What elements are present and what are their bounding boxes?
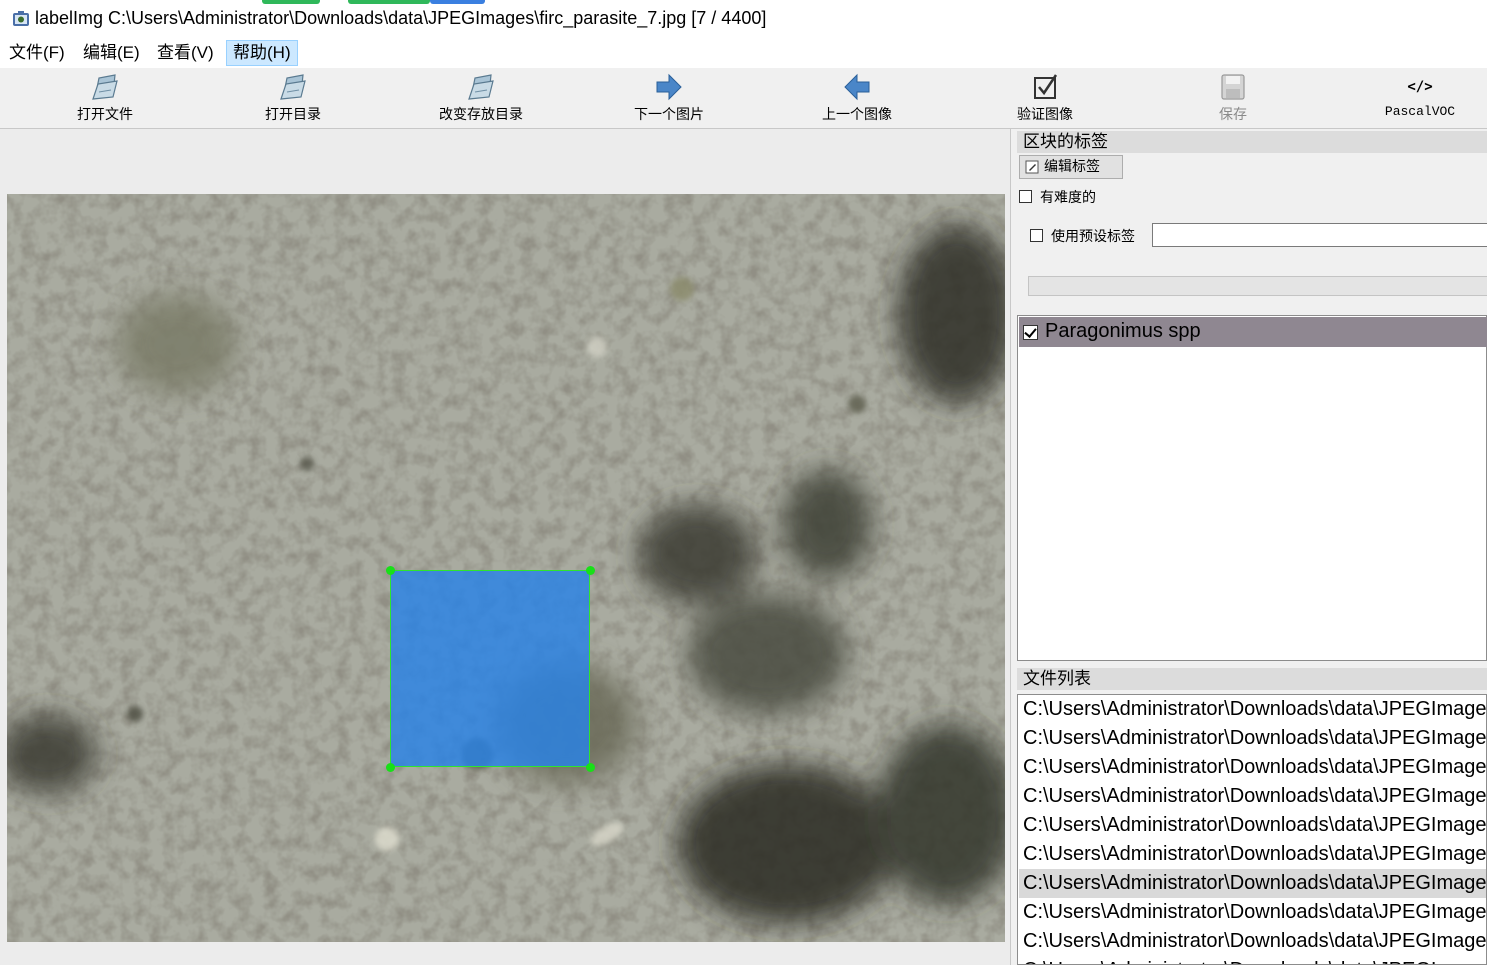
- file-list-item[interactable]: C:\Users\Administrator\Downloads\data\JP…: [1019, 695, 1486, 724]
- code-format-icon: </>: [1407, 79, 1433, 95]
- file-list[interactable]: C:\Users\Administrator\Downloads\data\JP…: [1017, 694, 1487, 965]
- label-name: Paragonimus spp: [1045, 320, 1201, 342]
- default-label-input[interactable]: [1152, 223, 1487, 247]
- save-label: 保存: [1219, 107, 1247, 123]
- menu-help[interactable]: 帮助(H): [226, 40, 298, 66]
- open-dir-button[interactable]: 打开目录: [233, 70, 353, 126]
- arrow-left-icon: [844, 73, 870, 101]
- taskbar-accent: [262, 0, 320, 4]
- file-list-item[interactable]: C:\Users\Administrator\Downloads\data\JP…: [1019, 927, 1486, 956]
- toolbar: 打开文件 打开目录 改变存放目录 下一个图片 上一个图像 验证图像 保存 </>…: [0, 68, 1487, 129]
- file-list-item[interactable]: C:\Users\Administrator\Downloads\data\JP…: [1019, 898, 1486, 927]
- file-list-item[interactable]: C:\Users\Administrator\Downloads\data\JP…: [1019, 782, 1486, 811]
- bbox-handle-top-right[interactable]: [586, 566, 595, 575]
- save-button[interactable]: 保存: [1173, 70, 1293, 126]
- use-default-label-checkbox[interactable]: [1030, 229, 1043, 242]
- title-bar: labelImg C:\Users\Administrator\Download…: [0, 0, 1487, 38]
- edit-label-text: 编辑标签: [1044, 159, 1100, 175]
- microscope-image: [7, 194, 1005, 942]
- verify-image-label: 验证图像: [1017, 107, 1073, 123]
- difficult-checkbox[interactable]: [1019, 190, 1032, 203]
- bounding-box[interactable]: [390, 570, 590, 767]
- file-list-item[interactable]: C:\Users\Administrator\Downloads\data\JP…: [1019, 840, 1486, 869]
- menu-file[interactable]: 文件(F): [3, 41, 71, 65]
- verify-image-button[interactable]: 验证图像: [985, 70, 1105, 126]
- prev-image-button[interactable]: 上一个图像: [797, 70, 917, 126]
- file-list-item[interactable]: C:\Users\Administrator\Downloads\data\JP…: [1019, 724, 1486, 753]
- taskbar-accent: [348, 0, 430, 4]
- edit-pencil-icon: [1025, 160, 1039, 174]
- menu-edit[interactable]: 编辑(E): [77, 41, 146, 65]
- format-label: PascalVOC: [1384, 104, 1456, 119]
- file-list-item-selected[interactable]: C:\Users\Administrator\Downloads\data\JP…: [1019, 869, 1486, 898]
- menu-bar: 文件(F) 编辑(E) 查看(V) 帮助(H): [0, 38, 1487, 68]
- change-save-dir-label: 改变存放目录: [439, 107, 523, 123]
- prev-image-label: 上一个图像: [822, 107, 892, 123]
- file-list-item[interactable]: C:\Users\Administrator\Downloads\data\JP…: [1019, 753, 1486, 782]
- file-panel-title: 文件列表: [1017, 668, 1487, 690]
- menu-view[interactable]: 查看(V): [151, 41, 220, 65]
- open-dir-label: 打开目录: [265, 107, 321, 123]
- open-file-button[interactable]: 打开文件: [45, 70, 165, 126]
- folder-icon: [468, 74, 494, 100]
- label-list[interactable]: Paragonimus spp: [1017, 315, 1487, 661]
- bbox-handle-bottom-left[interactable]: [386, 763, 395, 772]
- save-icon: [1221, 74, 1245, 100]
- open-file-label: 打开文件: [77, 107, 133, 123]
- change-save-dir-button[interactable]: 改变存放目录: [421, 70, 541, 126]
- labels-panel-title: 区块的标签: [1017, 131, 1487, 153]
- next-image-label: 下一个图片: [634, 107, 704, 123]
- next-image-button[interactable]: 下一个图片: [609, 70, 729, 126]
- right-dock: 区块的标签 编辑标签 有难度的 使用预设标签 Paragonimus spp 文…: [1013, 129, 1487, 965]
- file-list-item[interactable]: C:\Users\Administrator\Downloads\data\JP…: [1019, 811, 1486, 840]
- difficult-label: 有难度的: [1040, 190, 1096, 206]
- bbox-handle-top-left[interactable]: [386, 566, 395, 575]
- folder-icon: [92, 74, 118, 100]
- taskbar-accent: [430, 0, 485, 4]
- verify-check-icon: [1034, 74, 1058, 99]
- label-filter-combo[interactable]: [1028, 276, 1487, 296]
- format-pascalvoc-button[interactable]: </> PascalVOC: [1360, 70, 1480, 126]
- use-default-label-text: 使用预设标签: [1051, 229, 1135, 245]
- folder-icon: [280, 74, 306, 100]
- label-list-item[interactable]: Paragonimus spp: [1019, 317, 1487, 347]
- file-list-item[interactable]: C:\Users\Administrator\Downloads\data\JP…: [1019, 956, 1486, 964]
- arrow-right-icon: [656, 73, 682, 101]
- image-canvas[interactable]: [0, 129, 1011, 965]
- labelimg-icon: [13, 11, 29, 26]
- bbox-handle-bottom-right[interactable]: [586, 763, 595, 772]
- edit-label-button[interactable]: 编辑标签: [1019, 155, 1123, 179]
- label-visible-checkbox[interactable]: [1023, 325, 1038, 340]
- window-title: labelImg C:\Users\Administrator\Download…: [35, 8, 767, 28]
